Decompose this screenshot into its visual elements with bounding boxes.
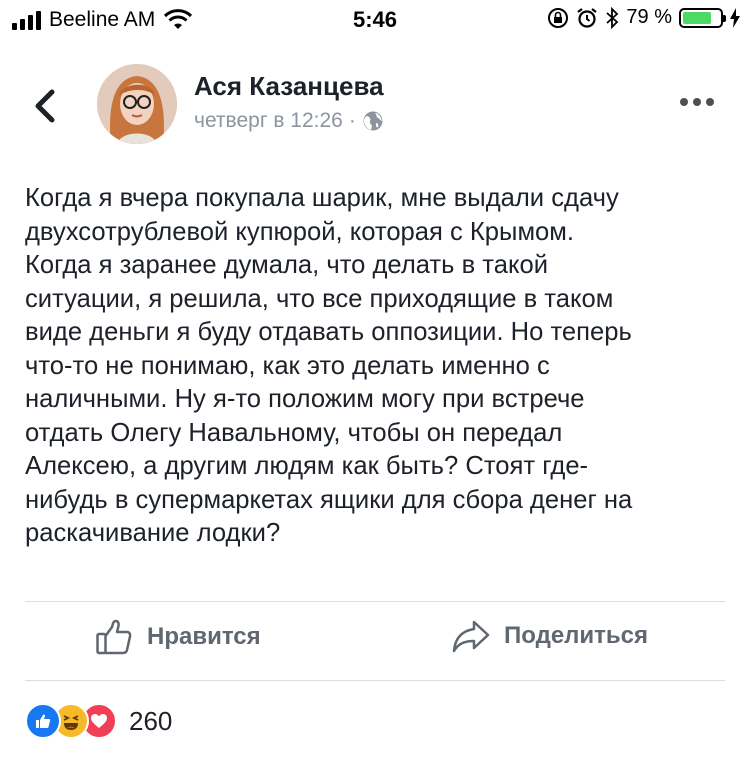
post-line: Алексею, а другим людям как быть? Стоят … — [25, 452, 589, 480]
share-button[interactable]: Поделиться — [452, 618, 648, 654]
post-line: виде деньги я буду отдавать оппозиции. Н… — [25, 318, 632, 346]
charging-icon — [730, 7, 740, 28]
battery-icon — [679, 7, 726, 28]
post-line: раскачивание лодки? — [25, 519, 281, 547]
post-line: наличными. Ну я-то положим могу при встр… — [25, 385, 585, 413]
post-line: Когда я вчера покупала шарик, мне выдали… — [25, 184, 619, 212]
post-line: Когда я заранее думала, что делать в так… — [25, 251, 548, 279]
status-bar: Beeline AM 5:46 79 % — [0, 0, 750, 40]
post-text: Когда я вчера покупала шарик, мне выдали… — [25, 182, 730, 551]
like-button[interactable]: Нравится — [95, 618, 261, 656]
globe-icon — [363, 111, 383, 131]
author-name[interactable]: Ася Казанцева — [194, 71, 384, 102]
post-line: нибудь в супермаркетах ящики для сбора д… — [25, 485, 633, 514]
share-arrow-icon — [452, 620, 490, 653]
reaction-count: 260 — [129, 705, 173, 736]
post-line: ситуации, я решила, что все приходящие в… — [25, 284, 614, 313]
more-dots-icon — [680, 98, 688, 106]
battery-fill — [683, 11, 712, 24]
meta-separator: · — [348, 109, 356, 132]
like-label: Нравится — [147, 623, 261, 650]
post-meta: четверг в 12:26 · — [194, 109, 384, 133]
thumbs-up-icon — [96, 619, 132, 655]
back-chevron-icon[interactable] — [30, 86, 60, 126]
divider-bottom — [25, 680, 725, 681]
post-line: что-то не понимаю, как это делать именно… — [25, 351, 550, 380]
post-line: двухсотрублевой купюрой, которая с Крымо… — [25, 217, 574, 246]
battery-percent: 79 % — [626, 6, 672, 28]
post-line: отдать Олегу Навальному, чтобы он переда… — [25, 418, 563, 447]
status-bar-right: 79 % — [547, 6, 740, 29]
post-header: Ася Казанцева четверг в 12:26 · — [0, 56, 750, 156]
avatar[interactable] — [97, 64, 177, 144]
location-lock-icon — [548, 7, 569, 28]
reactions-summary[interactable]: 260 — [25, 703, 172, 739]
bluetooth-icon — [606, 6, 619, 29]
more-options-button[interactable] — [680, 96, 720, 108]
alarm-icon — [577, 7, 598, 28]
share-label: Поделиться — [504, 622, 649, 649]
avatar-portrait — [97, 64, 177, 144]
like-icon — [25, 703, 61, 739]
post-timestamp[interactable]: четверг в 12:26 — [194, 109, 343, 133]
divider-top — [25, 601, 725, 602]
